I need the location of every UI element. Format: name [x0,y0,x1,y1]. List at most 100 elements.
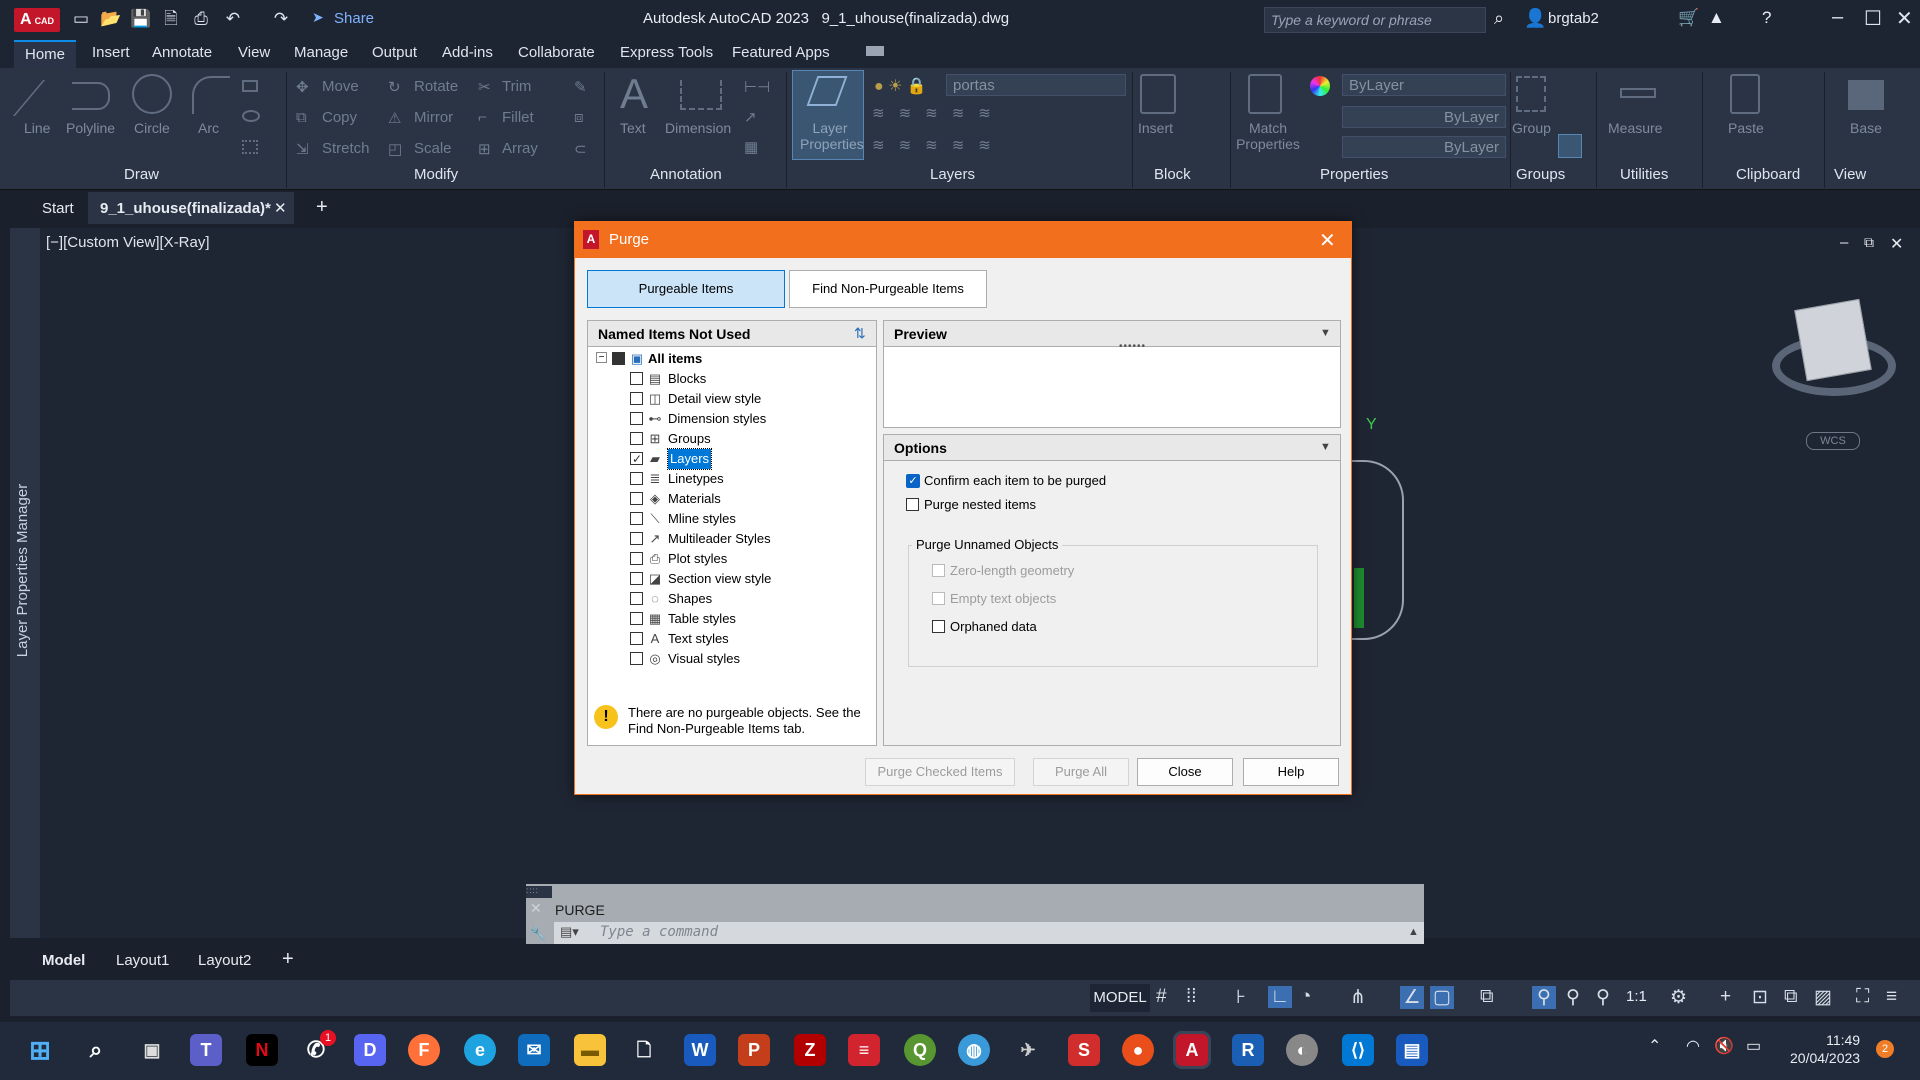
polyline-button[interactable]: Polyline [66,120,115,136]
array-button[interactable]: Array [502,140,538,157]
tree-item-materials[interactable]: ◈ Materials [588,489,876,509]
model-space-button[interactable]: MODEL [1090,984,1150,1012]
stack-app-icon[interactable]: ≡ [848,1034,880,1066]
revit-icon[interactable]: R [1232,1034,1264,1066]
navisworks-icon[interactable]: ◐ [1286,1034,1318,1066]
tree-item-checkbox[interactable] [630,432,643,445]
save-icon[interactable]: 💾 [130,8,152,30]
lineweight-dropdown[interactable]: ByLayer [1342,136,1506,158]
cmd-close-icon[interactable]: ✕ [530,900,542,917]
fillet-button[interactable]: Fillet [502,109,534,126]
auto-scale-icon[interactable]: ⚲ [1566,986,1580,1009]
graphics-performance-icon[interactable]: ▨ [1814,986,1832,1009]
tree-item-detail-view-style[interactable]: ◫ Detail view style [588,389,876,409]
new-icon[interactable]: ▭ [70,8,92,30]
tab-start[interactable]: Start [42,200,74,217]
autocad-logo[interactable]: A CAD [14,8,60,32]
paste-button[interactable]: Paste [1728,120,1764,136]
draw-panel-label[interactable]: Draw [124,166,159,183]
volume-muted-icon[interactable]: 🔇 [1714,1036,1734,1056]
discord-icon[interactable]: D [354,1034,386,1066]
tree-item-checkbox[interactable] [630,512,643,525]
tree-item-checkbox[interactable] [630,552,643,565]
filezilla-icon[interactable]: Z [794,1034,826,1066]
clipboard-panel-label[interactable]: Clipboard [1736,166,1800,183]
notification-badge[interactable]: 2 [1876,1040,1894,1058]
empty-text-checkbox[interactable] [932,592,945,605]
maximize-icon[interactable]: ☐ [1864,6,1882,31]
preview-header[interactable]: Preview [884,321,1340,347]
tab-home[interactable]: Home [14,40,76,68]
erase-icon[interactable]: ✎ [574,78,587,96]
customization-icon[interactable]: ≡ [1886,986,1897,1008]
tristate-checkbox[interactable] [612,352,625,365]
tree-item-linetypes[interactable]: ≣ Linetypes [588,469,876,489]
arc-button[interactable]: Arc [198,120,219,136]
modify-panel-label[interactable]: Modify [414,166,458,183]
tree-item-section-view-style[interactable]: ◪ Section view style [588,569,876,589]
polar-icon[interactable]: ◔ [1300,986,1311,1008]
measure-button[interactable]: Measure [1608,120,1662,136]
color-wheel-icon[interactable] [1310,76,1330,96]
table-icon[interactable]: ▦ [744,138,758,156]
chevron-down-icon[interactable]: ▼ [1320,441,1331,453]
tree-item-checkbox[interactable] [630,372,643,385]
opt-zero-length[interactable]: Zero-length geometry [932,563,1232,581]
edge-icon[interactable]: e [464,1034,496,1066]
quick-properties-icon[interactable]: ⧉ [1784,986,1798,1008]
tree-item-checkbox[interactable] [630,449,643,469]
user-name[interactable]: brgtab2 [1548,10,1599,27]
search-icon[interactable]: ⌕ [1494,8,1504,29]
zero-length-checkbox[interactable] [932,564,945,577]
explode-icon[interactable]: ⊂ [574,140,587,158]
apple-app-icon[interactable]: ● [1122,1034,1154,1066]
wcs-menu[interactable]: WCS [1806,432,1860,450]
help-button[interactable]: Help [1243,758,1339,786]
undo-icon[interactable]: ↶ [222,8,244,30]
ortho-icon[interactable]: ∟ [1268,986,1292,1008]
taskbar-search-icon[interactable]: ⌕ [80,1034,112,1066]
tab-find-non-purgeable[interactable]: Find Non-Purgeable Items [789,270,987,308]
tab-layout2[interactable]: Layout2 [198,952,251,969]
tree-item-dimension-styles[interactable]: ⊷ Dimension styles [588,409,876,429]
share-button[interactable]: Share [334,10,374,27]
search-input[interactable]: Type a keyword or phrase [1264,7,1486,33]
annotation-scale-icon[interactable]: ⚲ [1596,986,1610,1009]
opt-empty-text[interactable]: Empty text objects [932,591,1232,609]
mirror-button[interactable]: Mirror [414,109,453,126]
tab-insert[interactable]: Insert [92,44,130,61]
layer-dropdown[interactable]: portas [946,74,1126,96]
tree-item-mline-styles[interactable]: ⟍ Mline styles [588,509,876,529]
clean-screen-icon[interactable]: ⛶ [1856,986,1869,1008]
close-button[interactable]: Close [1137,758,1233,786]
windows-start-icon[interactable]: ⊞ [24,1034,56,1066]
tree-item-checkbox[interactable] [630,652,643,665]
clock[interactable]: 11:49 20/04/2023 [1790,1031,1860,1067]
ribbon-toggle-icon[interactable] [866,46,884,56]
command-input[interactable]: Type a command [554,922,1424,944]
block-panel-label[interactable]: Block [1154,166,1191,183]
hatch-icon[interactable] [242,140,258,154]
tree-item-plot-styles[interactable]: ⎙ Plot styles [588,549,876,569]
tree-item-shapes[interactable]: ◌ Shapes [588,589,876,609]
cmd-grip-icon[interactable]: :::: [526,886,552,898]
opt-confirm[interactable]: ✓ Confirm each item to be purged [906,473,1306,491]
netflix-icon[interactable]: N [246,1034,278,1066]
annotation-panel-label[interactable]: Annotation [650,166,722,183]
sketchup-icon[interactable]: S [1068,1034,1100,1066]
line-button[interactable]: Line [24,120,50,136]
tab-purgeable-items[interactable]: Purgeable Items [587,270,785,308]
move-button[interactable]: Move [322,78,359,95]
viewcube-icon[interactable] [1794,298,1872,382]
offset-icon[interactable]: ⧈ [574,109,584,126]
rotate-button[interactable]: Rotate [414,78,458,95]
bird-app-icon[interactable]: ✈ [1012,1034,1044,1066]
tab-view[interactable]: View [238,44,270,61]
tree-item-checkbox[interactable] [630,472,643,485]
saveas-icon[interactable]: 🗎 [160,8,182,30]
options-header[interactable]: Options [884,435,1340,461]
dimension-button[interactable]: Dimension [665,120,731,136]
firefox-icon[interactable]: F [408,1034,440,1066]
tab-output[interactable]: Output [372,44,417,61]
annotation-monitor-icon[interactable]: + [1720,986,1731,1008]
